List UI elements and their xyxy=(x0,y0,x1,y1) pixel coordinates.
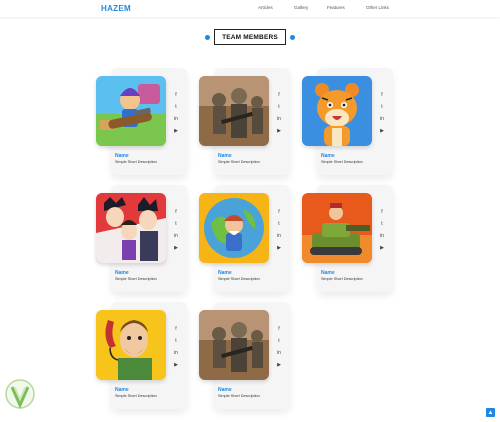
member-name: Name xyxy=(321,153,335,159)
member-photo xyxy=(96,310,166,380)
linkedin-icon[interactable]: in xyxy=(172,233,180,239)
linkedin-icon[interactable]: in xyxy=(378,233,386,239)
watermark-logo xyxy=(5,379,35,409)
facebook-icon[interactable]: f xyxy=(275,209,283,215)
facebook-icon[interactable]: f xyxy=(275,326,283,332)
twitter-icon[interactable]: t xyxy=(275,104,283,110)
nav-link-features[interactable]: Features xyxy=(327,5,345,10)
scroll-to-top-button[interactable]: ▲ xyxy=(486,408,495,417)
linkedin-icon[interactable]: in xyxy=(172,350,180,356)
title-right-dot xyxy=(290,35,295,40)
member-name: Name xyxy=(115,270,129,276)
team-member-card: f t in ▶ Name Simple Short Description xyxy=(96,302,187,414)
member-name: Name xyxy=(321,270,335,276)
twitter-icon[interactable]: t xyxy=(378,104,386,110)
member-photo xyxy=(199,193,269,263)
member-name: Name xyxy=(218,387,232,393)
member-description: Simple Short Description xyxy=(115,277,157,281)
youtube-icon[interactable]: ▶ xyxy=(172,362,180,368)
youtube-icon[interactable]: ▶ xyxy=(275,128,283,134)
nav-link-articles[interactable]: Articles xyxy=(258,5,273,10)
team-member-card: f t in ▶ Name Simple Short Description xyxy=(302,68,393,180)
member-description: Simple Short Description xyxy=(115,160,157,164)
member-name: Name xyxy=(218,270,232,276)
arrow-up-icon: ▲ xyxy=(487,409,494,416)
site-logo[interactable]: HAZEM xyxy=(101,4,131,13)
twitter-icon[interactable]: t xyxy=(172,338,180,344)
facebook-icon[interactable]: f xyxy=(172,92,180,98)
team-member-card: f t in ▶ Name Simple Short Description xyxy=(199,302,290,414)
youtube-icon[interactable]: ▶ xyxy=(172,245,180,251)
member-name: Name xyxy=(115,387,129,393)
youtube-icon[interactable]: ▶ xyxy=(172,128,180,134)
member-description: Simple Short Description xyxy=(218,394,260,398)
member-photo xyxy=(96,76,166,146)
linkedin-icon[interactable]: in xyxy=(172,116,180,122)
facebook-icon[interactable]: f xyxy=(378,92,386,98)
top-navbar: HAZEM Articles Gallery Features Other Li… xyxy=(0,0,500,17)
facebook-icon[interactable]: f xyxy=(172,209,180,215)
youtube-icon[interactable]: ▶ xyxy=(378,245,386,251)
linkedin-icon[interactable]: in xyxy=(275,233,283,239)
youtube-icon[interactable]: ▶ xyxy=(275,362,283,368)
member-photo xyxy=(199,310,269,380)
member-name: Name xyxy=(218,153,232,159)
twitter-icon[interactable]: t xyxy=(275,221,283,227)
team-member-card: f t in ▶ Name Simple Short Description xyxy=(302,185,393,297)
member-description: Simple Short Description xyxy=(218,277,260,281)
youtube-icon[interactable]: ▶ xyxy=(275,245,283,251)
youtube-icon[interactable]: ▶ xyxy=(378,128,386,134)
linkedin-icon[interactable]: in xyxy=(275,116,283,122)
section-title: TEAM MEMBERS xyxy=(214,29,286,45)
member-photo xyxy=(302,193,372,263)
twitter-icon[interactable]: t xyxy=(275,338,283,344)
member-photo xyxy=(302,76,372,146)
member-photo xyxy=(96,193,166,263)
twitter-icon[interactable]: t xyxy=(172,221,180,227)
member-photo xyxy=(199,76,269,146)
member-description: Simple Short Description xyxy=(115,394,157,398)
linkedin-icon[interactable]: in xyxy=(378,116,386,122)
facebook-icon[interactable]: f xyxy=(378,209,386,215)
twitter-icon[interactable]: t xyxy=(172,104,180,110)
nav-link-other-links[interactable]: Other Links xyxy=(366,5,389,10)
member-description: Simple Short Description xyxy=(321,277,363,281)
team-member-card: f t in ▶ Name Simple Short Description xyxy=(96,68,187,180)
member-description: Simple Short Description xyxy=(321,160,363,164)
title-left-dot xyxy=(205,35,210,40)
facebook-icon[interactable]: f xyxy=(172,326,180,332)
linkedin-icon[interactable]: in xyxy=(275,350,283,356)
team-member-card: f t in ▶ Name Simple Short Description xyxy=(199,68,290,180)
member-description: Simple Short Description xyxy=(218,160,260,164)
member-name: Name xyxy=(115,153,129,159)
nav-link-gallery[interactable]: Gallery xyxy=(294,5,308,10)
twitter-icon[interactable]: t xyxy=(378,221,386,227)
facebook-icon[interactable]: f xyxy=(275,92,283,98)
team-member-card: f t in ▶ Name Simple Short Description xyxy=(96,185,187,297)
team-member-card: f t in ▶ Name Simple Short Description xyxy=(199,185,290,297)
